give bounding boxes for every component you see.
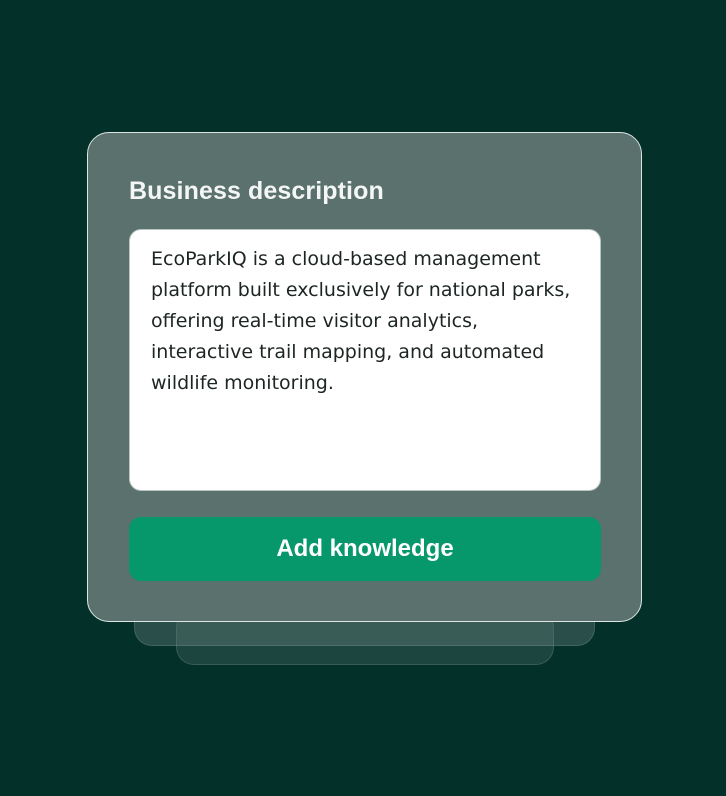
business-description-card: Business description EcoParkIQ is a clou… — [87, 132, 642, 622]
page: { "card": { "title": "Business descripti… — [0, 0, 726, 796]
card-title: Business description — [129, 177, 384, 205]
business-description-textarea[interactable]: EcoParkIQ is a cloud-based management pl… — [129, 229, 601, 491]
add-knowledge-button[interactable]: Add knowledge — [129, 517, 601, 581]
